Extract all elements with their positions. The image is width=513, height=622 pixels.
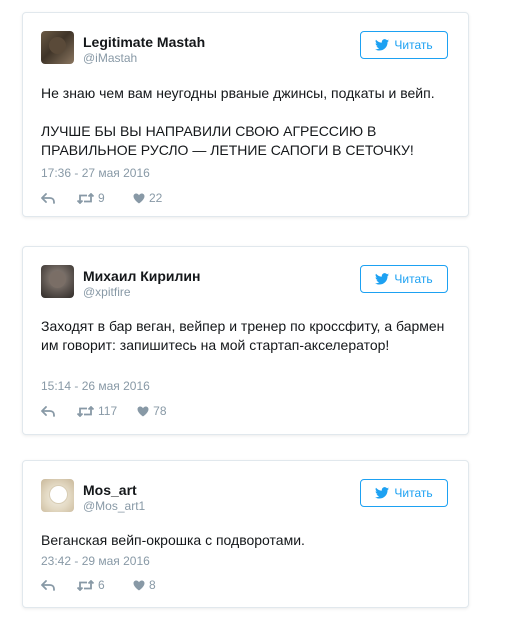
follow-button[interactable]: Читать <box>360 479 448 507</box>
author-handle[interactable]: @xpitfire <box>83 285 131 299</box>
avatar[interactable] <box>41 31 74 64</box>
twitter-bird-icon <box>375 273 390 285</box>
follow-button[interactable]: Читать <box>360 31 448 59</box>
tweet-timestamp[interactable]: 15:14 - 26 мая 2016 <box>41 379 150 393</box>
avatar[interactable] <box>41 479 74 512</box>
author-name[interactable]: Mos_art <box>83 482 137 498</box>
tweet-timestamp[interactable]: 23:42 - 29 мая 2016 <box>41 554 150 568</box>
tweet-card: Михаил Кирилин @xpitfire Читать Заходят … <box>22 246 469 435</box>
heart-icon <box>133 193 145 203</box>
retweet-button[interactable]: 6 <box>77 578 113 592</box>
like-button[interactable]: 78 <box>137 404 167 418</box>
reply-icon <box>41 192 55 204</box>
tweet-feed: Legitimate Mastah @iMastah Читать Не зна… <box>0 0 513 622</box>
follow-button[interactable]: Читать <box>360 265 448 293</box>
reply-button[interactable] <box>41 405 55 417</box>
tweet-text: Веганская вейп-окрошка с подворотами. <box>41 532 305 548</box>
retweet-button[interactable]: 9 <box>77 191 113 205</box>
retweet-icon <box>77 579 94 591</box>
retweet-count: 6 <box>98 578 105 592</box>
author-name[interactable]: Legitimate Mastah <box>83 34 205 50</box>
reply-button[interactable] <box>41 579 55 591</box>
follow-label: Читать <box>394 272 433 286</box>
like-count: 22 <box>149 191 163 205</box>
retweet-count: 117 <box>98 404 118 418</box>
like-button[interactable]: 22 <box>133 191 163 205</box>
avatar[interactable] <box>41 265 74 298</box>
reply-icon <box>41 579 55 591</box>
like-button[interactable]: 8 <box>133 578 163 592</box>
heart-icon <box>137 406 149 416</box>
retweet-icon <box>77 192 94 204</box>
author-handle[interactable]: @iMastah <box>83 51 137 65</box>
tweet-card: Legitimate Mastah @iMastah Читать Не зна… <box>22 12 469 217</box>
follow-label: Читать <box>394 486 433 500</box>
tweet-card: Mos_art @Mos_art1 Читать Веганская вейп-… <box>22 460 469 608</box>
author-handle[interactable]: @Mos_art1 <box>83 499 145 513</box>
retweet-count: 9 <box>98 191 105 205</box>
tweet-actions: 6 8 <box>41 578 163 592</box>
twitter-bird-icon <box>375 39 390 51</box>
tweet-text: Не знаю чем вам неугодны рваные джинсы, … <box>41 85 435 158</box>
reply-button[interactable] <box>41 192 55 204</box>
tweet-actions: 117 78 <box>41 404 167 418</box>
like-count: 8 <box>149 578 156 592</box>
reply-icon <box>41 405 55 417</box>
tweet-actions: 9 22 <box>41 191 163 205</box>
follow-label: Читать <box>394 38 433 52</box>
retweet-button[interactable]: 117 <box>77 404 117 418</box>
heart-icon <box>133 580 145 590</box>
tweet-text: Заходят в бар веган, вейпер и тренер по … <box>41 318 445 353</box>
twitter-bird-icon <box>375 487 390 499</box>
like-count: 78 <box>153 404 167 418</box>
author-name[interactable]: Михаил Кирилин <box>83 268 201 284</box>
tweet-timestamp[interactable]: 17:36 - 27 мая 2016 <box>41 166 150 180</box>
retweet-icon <box>77 405 94 417</box>
